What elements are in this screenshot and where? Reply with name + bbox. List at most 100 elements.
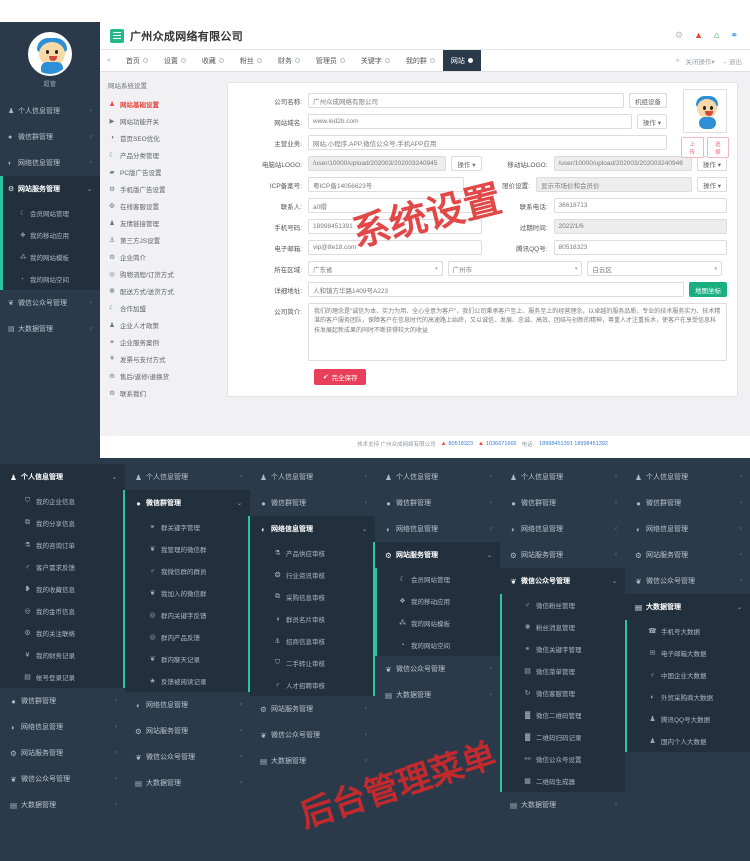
menu-subitem-1-1[interactable]: ❦ 我管理的微信群 (125, 538, 250, 560)
submenu-item-11[interactable]: ☸ 配送方式/送货方式 (108, 282, 215, 299)
submenu-item-17[interactable]: ⚙ 联系我们 (108, 384, 215, 401)
menu-row-4-5[interactable]: ▤ 大数据管理 ‹ (500, 792, 625, 818)
tab-close-icon[interactable] (142, 58, 148, 63)
menu-subitem-2-2[interactable]: ⧉ 采购信息审核 (250, 586, 375, 608)
form-row-button-1[interactable]: 操作 ▾ (636, 114, 667, 129)
menu-subitem-0-3[interactable]: ♂ 客户需求反馈 (0, 556, 125, 578)
tab-close-icon[interactable] (180, 58, 186, 63)
sidebar-item-1[interactable]: ● 微信群管理 ‹ (0, 124, 100, 150)
submenu-item-7[interactable]: ♟ 友情链接管理 (108, 214, 215, 231)
form-input-right-0[interactable]: /user/10000/upload/202003/202003240946 (553, 156, 692, 171)
submenu-item-0[interactable]: ♟ 网站基础设置 (108, 95, 215, 112)
submenu-item-2[interactable]: ◑ 首页SEO优化 (108, 129, 215, 146)
menu-subitem-1-4[interactable]: ◎ 群内关键字反馈 (125, 604, 250, 626)
menu-subitem-5-2[interactable]: ♂ 中国企业大数据 (625, 664, 750, 686)
submenu-item-1[interactable]: ▶ 网站功能开关 (108, 112, 215, 129)
menu-row-1-5[interactable]: ▤ 大数据管理 ‹ (125, 770, 250, 796)
submenu-item-4[interactable]: ▰ PC版广告设置 (108, 163, 215, 180)
menu-row-2-3[interactable]: ⚙ 网站服务管理 ‹ (250, 696, 375, 722)
sidebar-item-3[interactable]: ⚙ 网站服务管理 ⌄ (0, 176, 100, 202)
form-input-left-4[interactable]: vip@8e18.com (308, 240, 482, 255)
menu-subitem-3-0[interactable]: ☾ 会员网站管理 (375, 568, 500, 590)
menu-subitem-5-4[interactable]: ♟ 腾讯QQ号大数据 (625, 708, 750, 730)
menu-row-3-1[interactable]: ● 微信群管理 ‹ (375, 490, 500, 516)
menu-subitem-4-7[interactable]: ⚯ 微信公众号设置 (500, 748, 625, 770)
form-input-0[interactable]: 广州众成网络有限公司 (308, 93, 624, 108)
menu-subitem-4-4[interactable]: ↻ 微信客服管理 (500, 682, 625, 704)
city-select[interactable]: 广州市 ▾ (447, 261, 583, 276)
menu-row-2-1[interactable]: ● 微信群管理 ‹ (250, 490, 375, 516)
menu-subitem-4-6[interactable]: ▓ 二维码扫码记录 (500, 726, 625, 748)
menu-subitem-2-3[interactable]: ◑ 群员名片审核 (250, 608, 375, 630)
menu-subitem-4-3[interactable]: ▤ 微信菜单管理 (500, 660, 625, 682)
menu-subitem-2-4[interactable]: ⚓ 招商信息审核 (250, 630, 375, 652)
menu-row-0-5[interactable]: ▤ 大数据管理 ‹ (0, 792, 125, 818)
gear-icon[interactable]: ⚙ (675, 30, 683, 41)
menu-subitem-0-2[interactable]: ⚗ 我的咨询订单 (0, 534, 125, 556)
hamburger-icon[interactable] (110, 28, 124, 43)
form-button-left-0[interactable]: 操作 ▾ (451, 156, 482, 171)
menu-row-1-1[interactable]: ● 微信群管理 ⌄ (125, 490, 250, 516)
sidebar-item-0[interactable]: ♟ 个人信息管理 ‹ (0, 98, 100, 124)
menu-subitem-5-5[interactable]: ♟ 国内个人大数据 (625, 730, 750, 752)
menu-row-1-2[interactable]: ◐ 网络信息管理 ‹ (125, 692, 250, 718)
footer-qq-1[interactable]: ▲ 80518323 (441, 441, 473, 447)
tab-close-icon[interactable] (467, 58, 473, 63)
menu-row-1-4[interactable]: ❦ 微信公众号管理 ‹ (125, 744, 250, 770)
menu-subitem-2-0[interactable]: ⚗ 产品供应审核 (250, 542, 375, 564)
map-coordinate-button[interactable]: 地图坐标 (689, 282, 727, 297)
menu-row-4-0[interactable]: ♟ 个人信息管理 ‹ (500, 464, 625, 490)
tab-7[interactable]: 我的群 (398, 50, 443, 71)
menu-row-5-2[interactable]: ◐ 网络信息管理 ‹ (625, 516, 750, 542)
menu-row-0-1[interactable]: ● 微信群管理 ‹ (0, 688, 125, 714)
form-input-right-2[interactable]: 36618713 (553, 198, 727, 213)
menu-subitem-0-1[interactable]: ⧉ 我的分享信息 (0, 512, 125, 534)
submenu-item-13[interactable]: ♟ 企业人才政策 (108, 316, 215, 333)
menu-row-1-3[interactable]: ⚙ 网站服务管理 ‹ (125, 718, 250, 744)
address-input[interactable]: 人和镇方华路1409号A223 (308, 282, 684, 297)
menu-subitem-1-5[interactable]: ◎ 群内产品反馈 (125, 626, 250, 648)
menu-subitem-4-5[interactable]: ▓ 微信二维码管理 (500, 704, 625, 726)
form-input-right-4[interactable]: 80518323 (553, 240, 727, 255)
menu-subitem-3-2[interactable]: ⁂ 我的网站模板 (375, 612, 500, 634)
form-input-right-3[interactable]: 2022/1/6 (553, 219, 727, 234)
menu-row-0-3[interactable]: ⚙ 网站服务管理 ‹ (0, 740, 125, 766)
submenu-item-6[interactable]: ✠ 在线客服设置 (108, 197, 215, 214)
tab-0[interactable]: 首页 (118, 50, 156, 71)
sidebar-item-2[interactable]: ◐ 网络信息管理 ‹ (0, 150, 100, 176)
district-select[interactable]: 白云区 ▾ (587, 261, 723, 276)
menu-row-1-0[interactable]: ♟ 个人信息管理 ‹ (125, 464, 250, 490)
submenu-item-15[interactable]: ¥ 发票与支付方式 (108, 350, 215, 367)
tabbar-control-0[interactable]: » (676, 57, 680, 64)
submenu-item-5[interactable]: ⚙ 手机版广告设置 (108, 180, 215, 197)
menu-subitem-4-1[interactable]: ❀ 粉丝消息管理 (500, 616, 625, 638)
menu-row-5-1[interactable]: ● 微信群管理 ‹ (625, 490, 750, 516)
menu-row-4-1[interactable]: ● 微信群管理 ‹ (500, 490, 625, 516)
menu-subitem-1-7[interactable]: ★ 反馈被阅读记录 (125, 670, 250, 692)
link-icon[interactable]: ⚭ (730, 30, 738, 41)
form-input-2[interactable]: 网站,小程序,APP,微信公众号,手机APP应用 (308, 135, 667, 150)
avatar[interactable] (28, 32, 72, 76)
sidebar-item-tail-1[interactable]: ▤ 大数据管理 ‹ (0, 316, 100, 342)
menu-subitem-0-7[interactable]: ¥ 我的财务记录 (0, 644, 125, 666)
menu-subitem-0-0[interactable]: ⛉ 我的企业信息 (0, 490, 125, 512)
menu-row-2-2[interactable]: ◐ 网络信息管理 ⌄ (250, 516, 375, 542)
upload-button[interactable]: 上传 (681, 137, 704, 158)
tab-close-icon[interactable] (429, 58, 435, 63)
tab-close-icon[interactable] (256, 58, 262, 63)
tab-close-icon[interactable] (384, 58, 390, 63)
form-button-right-1[interactable]: 操作 ▾ (696, 177, 728, 192)
menu-subitem-0-6[interactable]: ⚙ 我的关注联络 (0, 622, 125, 644)
menu-subitem-0-5[interactable]: ◎ 我的金币信息 (0, 600, 125, 622)
choose-button[interactable]: 选择 (706, 137, 729, 158)
province-select[interactable]: 广东省 ▾ (308, 261, 443, 276)
tabbar-control-2[interactable]: → 退出 (721, 56, 742, 66)
menu-subitem-4-8[interactable]: ▦ 二维码生成器 (500, 770, 625, 792)
menu-subitem-2-6[interactable]: ♂ 人才招聘审核 (250, 674, 375, 696)
menu-row-4-2[interactable]: ◐ 网络信息管理 ‹ (500, 516, 625, 542)
tab-close-icon[interactable] (294, 58, 300, 63)
menu-row-0-4[interactable]: ❦ 微信公众号管理 ‹ (0, 766, 125, 792)
menu-subitem-3-3[interactable]: ◔ 我的网站空间 (375, 634, 500, 656)
menu-row-2-0[interactable]: ♟ 个人信息管理 ‹ (250, 464, 375, 490)
form-input-left-1[interactable]: 粤ICP备14056623号 (308, 177, 464, 192)
